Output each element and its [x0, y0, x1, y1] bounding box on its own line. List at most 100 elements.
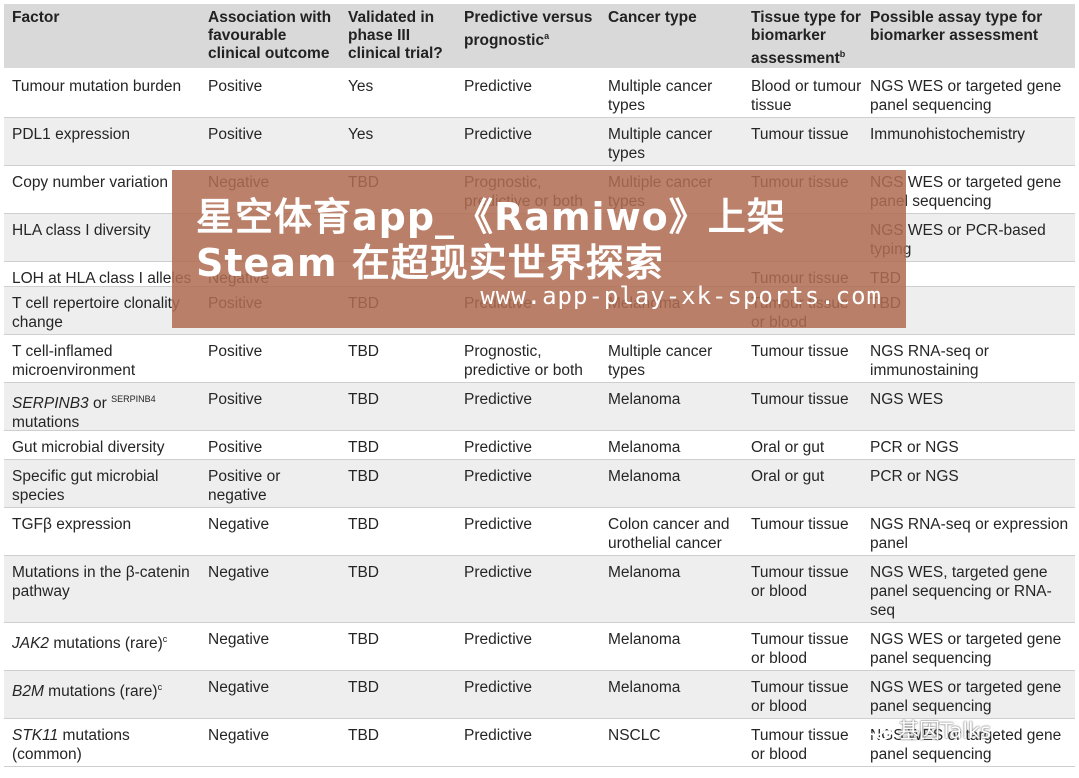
table-row: T cell-inflamed microenvironment Positive…: [4, 335, 1075, 383]
cell-tissue: Tumour tissue or blood: [751, 679, 849, 715]
factor-text: mutations: [12, 414, 80, 432]
table-row: TGFβ expression Negative TBD Predictive Colo…: [4, 508, 1075, 556]
gene-name-italic: JAK2: [12, 635, 50, 653]
cell-validated: TBD: [348, 391, 379, 408]
cell-tissue: Tumour tissue: [751, 391, 849, 408]
factor-text: mutations (rare): [49, 635, 163, 653]
cell-cancer: Multiple cancer types: [608, 78, 713, 114]
cell-factor: HLA class I diversity: [12, 222, 151, 239]
header-association: Association with favourable clinical out…: [208, 9, 332, 62]
cell-cancer: Melanoma: [608, 439, 681, 456]
cell-tissue: Tumour tissue or blood: [751, 564, 849, 600]
cell-pred: Predictive: [464, 126, 533, 143]
cell-tissue: Tumour tissue or blood: [751, 631, 849, 667]
cell-factor: SERPINB3 or SERPINB4 mutations: [4, 383, 200, 432]
cell-factor: Tumour mutation burden: [12, 78, 182, 95]
cell-factor: LOH at HLA class I alleles: [12, 270, 192, 287]
cell-cancer: Colon cancer and urothelial cancer: [608, 516, 730, 552]
cell-cancer: Melanoma: [608, 631, 681, 648]
cell-pred: Prognostic, predictive or both: [464, 343, 583, 379]
cell-pred: Predictive: [464, 391, 533, 408]
cell-tissue: Tumour tissue: [751, 343, 849, 360]
footnote-b: b: [839, 49, 846, 59]
ad-overlay-url[interactable]: www.app-play-xk-sports.com: [480, 282, 882, 310]
header-validated: Validated in phase III clinical trial?: [348, 9, 443, 62]
footnote-c: SERPINB4: [111, 394, 156, 404]
watermark-text: 基因Talks: [898, 719, 992, 743]
cell-cancer: NSCLC: [608, 727, 661, 744]
cell-pred: Predictive: [464, 78, 533, 95]
cell-factor: PDL1 expression: [12, 126, 131, 143]
header-tissue-type: Tissue type for biomarker assessmentb: [743, 4, 862, 68]
cell-assoc: Positive or negative: [208, 468, 281, 504]
cell-assoc: Negative: [208, 564, 270, 581]
gene-name-italic: B2M: [12, 683, 44, 701]
cell-validated: Yes: [348, 126, 374, 143]
header-predictive-text: Predictive versus prognostic: [464, 9, 593, 50]
cell-assay: NGS WES or targeted gene panel sequencin…: [870, 631, 1062, 667]
cell-factor: Copy number variation: [12, 174, 168, 191]
cell-validated: TBD: [348, 679, 379, 696]
cell-cancer: Melanoma: [608, 391, 681, 408]
watermark: 基因Talks: [866, 715, 991, 745]
footnote-c: c: [162, 634, 168, 644]
gene-name-italic: SERPINB3: [12, 395, 89, 413]
cell-validated: Yes: [348, 78, 374, 95]
cell-pred: Predictive: [464, 631, 533, 648]
cell-assoc: Positive: [208, 126, 263, 143]
table-row: B2M mutations (rare)c Negative TBD Predicti…: [4, 671, 1075, 719]
table-row: Tumour mutation burden Positive Yes Predict…: [4, 70, 1075, 118]
cell-assoc: Positive: [208, 78, 263, 95]
cell-pred: Predictive: [464, 727, 533, 744]
table-row: Gut microbial diversity Positive TBD Predic…: [4, 431, 1075, 460]
cell-cancer: Melanoma: [608, 564, 681, 581]
cell-validated: TBD: [348, 631, 379, 648]
cell-pred: Predictive: [464, 564, 533, 581]
cell-cancer: Multiple cancer types: [608, 343, 713, 379]
cell-assoc: Negative: [208, 679, 270, 696]
cell-assay: Immunohistochemistry: [870, 126, 1026, 143]
ad-overlay-banner[interactable]: 星空体育app_《Ramiwo》上架Steam 在超现实世界探索 www.app…: [172, 170, 906, 328]
header-cancer-type: Cancer type: [608, 9, 697, 26]
cell-factor: Specific gut microbial species: [12, 468, 159, 504]
cell-factor: Gut microbial diversity: [12, 439, 165, 456]
ad-overlay-title: 星空体育app_《Ramiwo》上架Steam 在超现实世界探索: [196, 195, 786, 285]
table-row: PDL1 expression Positive Yes Predictive Mult…: [4, 118, 1075, 166]
cell-assay: NGS RNA-seq or immunostaining: [870, 343, 989, 379]
table-row: Specific gut microbial species Positive o…: [4, 460, 1075, 508]
cell-assay: PCR or NGS: [870, 468, 959, 485]
cell-tissue: Tumour tissue: [751, 516, 849, 533]
cell-pred: Predictive: [464, 468, 533, 485]
table-header: Factor Association with favourable clini…: [4, 4, 1075, 70]
cell-factor: JAK2 mutations (rare)c: [4, 623, 200, 670]
cell-factor: STK11 mutations (common): [4, 719, 200, 766]
cell-assoc: Positive: [208, 439, 263, 456]
cell-cancer: Melanoma: [608, 679, 681, 696]
cell-factor: T cell repertoire clonality change: [12, 295, 180, 331]
factor-text: mutations (rare): [43, 683, 158, 701]
cell-tissue: Oral or gut: [751, 439, 825, 456]
table-row: JAK2 mutations (rare)c Negative TBD Predict…: [4, 623, 1075, 671]
cell-tissue: Tumour tissue or blood: [751, 727, 849, 763]
biomarker-table: Factor Association with favourable clini…: [4, 4, 1075, 767]
cell-factor: B2M mutations (rare)c: [4, 671, 200, 718]
cell-factor: Mutations in the β-catenin pathway: [12, 564, 190, 600]
cell-assay: PCR or NGS: [870, 439, 959, 456]
cell-assay: NGS RNA-seq or expression panel: [870, 516, 1069, 552]
cell-tissue: Tumour tissue: [751, 126, 849, 143]
cell-cancer: Multiple cancer types: [608, 126, 713, 162]
table-row: Mutations in the β-catenin pathway Negati…: [4, 556, 1075, 623]
cell-assoc: Negative: [208, 727, 270, 744]
cell-pred: Predictive: [464, 439, 533, 456]
cell-factor: T cell-inflamed microenvironment: [12, 343, 136, 379]
cell-validated: TBD: [348, 516, 379, 533]
wechat-icon: [866, 720, 892, 740]
table-row: SERPINB3 or SERPINB4 mutations Positive TB…: [4, 383, 1075, 431]
cell-pred: Predictive: [464, 516, 533, 533]
header-predictive: Predictive versus prognostica: [456, 4, 600, 68]
cell-assay: NGS WES, targeted gene panel sequencing …: [870, 564, 1052, 619]
cell-assay: NGS WES: [870, 391, 944, 408]
cell-validated: TBD: [348, 468, 379, 485]
cell-cancer: Melanoma: [608, 468, 681, 485]
cell-validated: TBD: [348, 564, 379, 581]
